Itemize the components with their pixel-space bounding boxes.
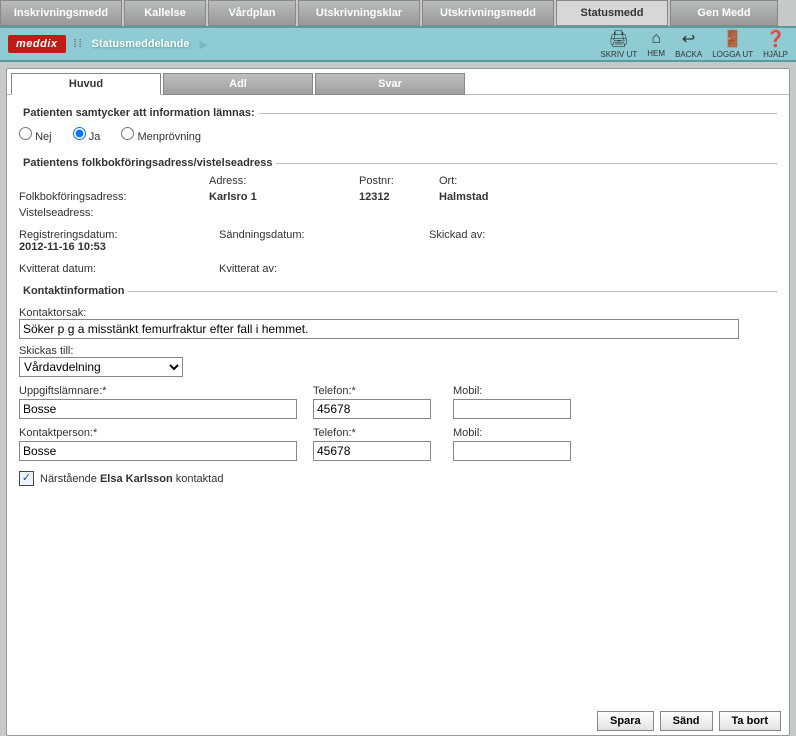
uppgiftslamnare-label: Uppgiftslämnare:*: [19, 385, 309, 397]
tab-utskrivningsmedd[interactable]: Utskrivningsmedd: [422, 0, 554, 26]
kontaktperson-mobil-input[interactable]: [453, 441, 571, 461]
postnr-value: 12312: [359, 191, 439, 203]
narstaende-label: Närstående Elsa Karlsson kontaktad: [40, 473, 223, 485]
narstaende-checkbox[interactable]: ✓: [19, 471, 34, 486]
consent-nej-radio[interactable]: [19, 127, 32, 140]
consent-ja-label[interactable]: Ja: [73, 131, 101, 143]
consent-fieldset: Patienten samtycker att information lämn…: [19, 107, 777, 147]
consent-menprovning-radio[interactable]: [121, 127, 134, 140]
kontaktperson-label: Kontaktperson:*: [19, 427, 309, 439]
header-title: Statusmeddelande: [92, 38, 190, 50]
ort-value: Halmstad: [439, 191, 589, 203]
sandningsdatum-label: Sändningsdatum:: [219, 229, 429, 241]
subtab-adl[interactable]: Adl: [163, 73, 313, 95]
tab-vardplan[interactable]: Vårdplan: [208, 0, 296, 26]
spara-button[interactable]: Spara: [597, 711, 654, 731]
kontaktperson-mobil-label: Mobil:: [453, 427, 579, 439]
sand-button[interactable]: Sänd: [660, 711, 713, 731]
printer-icon: 🖨: [600, 29, 637, 49]
header-bar: meddix ⁞⁞ Statusmeddelande ▶ 🖨SKRIV UT ⌂…: [0, 26, 796, 62]
skickastill-label: Skickas till:: [19, 345, 777, 357]
consent-menprovning-label[interactable]: Menprövning: [121, 131, 201, 143]
logo: meddix: [8, 35, 66, 53]
skickastill-select[interactable]: Vårdavdelning: [19, 357, 183, 377]
help-icon: ❓: [763, 29, 788, 49]
home-button[interactable]: ⌂HEM: [647, 30, 665, 58]
main-panel: Huvud Adl Svar Patienten samtycker att i…: [6, 68, 790, 736]
folkbok-label: Folkbokföringsadress:: [19, 191, 209, 203]
header-dots: ⁞⁞: [74, 38, 84, 50]
header-arrow-icon: ▶: [199, 38, 207, 51]
kontaktperson-input[interactable]: [19, 441, 297, 461]
adress-value: Karlsro 1: [209, 191, 359, 203]
subtab-huvud[interactable]: Huvud: [11, 73, 161, 95]
ort-header: Ort:: [439, 175, 589, 187]
tab-genmedd[interactable]: Gen Medd: [670, 0, 778, 26]
uppgift-telefon-input[interactable]: [313, 399, 431, 419]
kontaktperson-telefon-label: Telefon:*: [313, 427, 449, 439]
consent-ja-radio[interactable]: [73, 127, 86, 140]
uppgift-telefon-label: Telefon:*: [313, 385, 449, 397]
main-tab-bar: Inskrivningsmedd Kallelse Vårdplan Utskr…: [0, 0, 796, 26]
postnr-header: Postnr:: [359, 175, 439, 187]
uppgiftslamnare-input[interactable]: [19, 399, 297, 419]
kontaktperson-telefon-input[interactable]: [313, 441, 431, 461]
tab-kallelse[interactable]: Kallelse: [124, 0, 206, 26]
adress-header: Adress:: [209, 175, 359, 187]
regdatum-value: 2012-11-16 10:53: [19, 241, 219, 253]
sub-tab-bar: Huvud Adl Svar: [7, 69, 789, 95]
address-legend: Patientens folkbokföringsadress/vistelse…: [19, 157, 276, 169]
regdatum-label: Registreringsdatum:: [19, 229, 219, 241]
kontaktorsak-input[interactable]: [19, 319, 739, 339]
print-button[interactable]: 🖨SKRIV UT: [600, 29, 637, 59]
kvittdatum-label: Kvitterat datum:: [19, 263, 219, 275]
consent-legend: Patienten samtycker att information lämn…: [19, 107, 259, 119]
uppgift-mobil-label: Mobil:: [453, 385, 579, 397]
uppgift-mobil-input[interactable]: [453, 399, 571, 419]
tab-utskrivningsklar[interactable]: Utskrivningsklar: [298, 0, 420, 26]
logout-button[interactable]: 🚪LOGGA UT: [712, 29, 753, 59]
footer-actions: Spara Sänd Ta bort: [597, 711, 781, 731]
tab-statusmedd[interactable]: Statusmedd: [556, 0, 668, 26]
back-button[interactable]: ↩BACKA: [675, 29, 702, 59]
consent-nej-label[interactable]: Nej: [19, 131, 52, 143]
back-icon: ↩: [675, 29, 702, 49]
home-icon: ⌂: [647, 30, 665, 48]
door-icon: 🚪: [712, 29, 753, 49]
kontakt-fieldset: Kontaktinformation Kontaktorsak: Skickas…: [19, 285, 777, 486]
help-button[interactable]: ❓HJÄLP: [763, 29, 788, 59]
tabort-button[interactable]: Ta bort: [719, 711, 781, 731]
address-fieldset: Patientens folkbokföringsadress/vistelse…: [19, 157, 777, 219]
tab-inskrivningsmedd[interactable]: Inskrivningsmedd: [0, 0, 122, 26]
kontakt-legend: Kontaktinformation: [19, 285, 128, 297]
kontaktorsak-label: Kontaktorsak:: [19, 307, 777, 319]
kvittav-label: Kvitterat av:: [219, 263, 429, 275]
vistelse-label: Vistelseadress:: [19, 207, 209, 219]
meta-block: Registreringsdatum: 2012-11-16 10:53 Sän…: [19, 229, 777, 275]
subtab-svar[interactable]: Svar: [315, 73, 465, 95]
skickadav-label: Skickad av:: [429, 229, 679, 241]
